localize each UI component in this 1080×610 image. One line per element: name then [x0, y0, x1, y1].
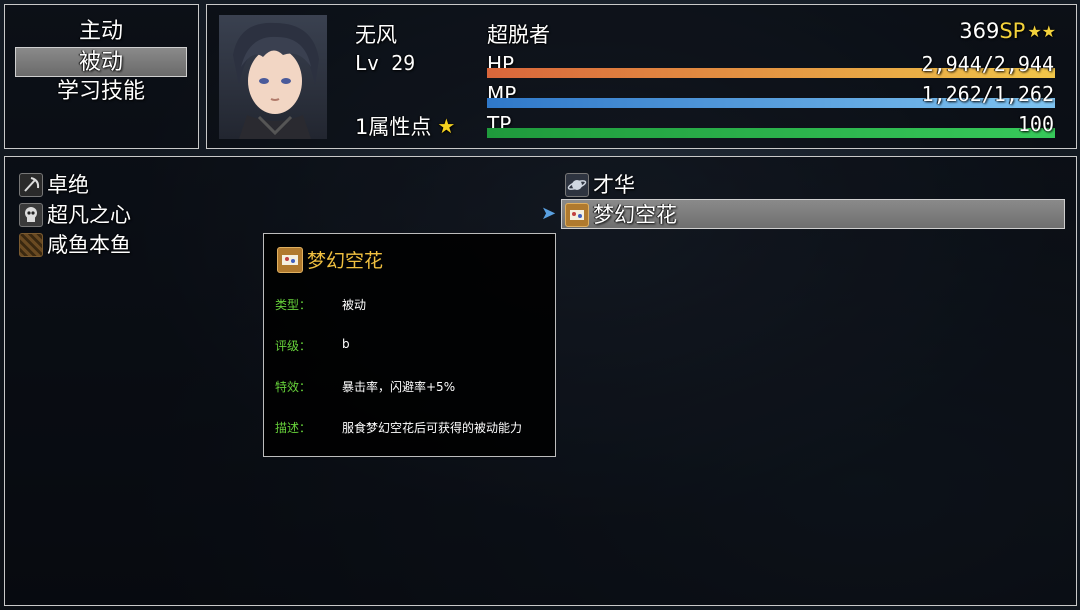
tooltip-rank-value: b: [342, 337, 350, 351]
tooltip-effect-key: 特效：: [275, 380, 312, 394]
command-window: 主动 被动 学习技能: [4, 4, 199, 149]
tooltip-desc-key: 描述：: [275, 421, 312, 435]
skill-item[interactable]: 超凡之心: [19, 201, 131, 229]
tooltip-effect-value: 暴击率，闪避率+5%: [342, 380, 456, 394]
tooltip-desc-value: 服食梦幻空花后可获得的被动能力: [342, 421, 523, 435]
actor-name: 无风: [355, 23, 397, 47]
tooltip-type-value: 被动: [342, 298, 367, 312]
crescent-sword-icon: [19, 173, 43, 197]
sp-label: SP: [999, 19, 1026, 43]
flower-scroll-icon: [565, 203, 589, 227]
sp-stars-icon: ★★: [1027, 21, 1056, 41]
skill-item[interactable]: 才华: [565, 171, 635, 199]
tooltip-title: 梦幻空花: [307, 250, 384, 272]
pattern-icon: [19, 233, 43, 257]
actor-portrait: [219, 15, 327, 139]
attribute-points: 1属性点 ★: [355, 111, 455, 141]
actor-class: 超脱者: [487, 23, 550, 47]
skill-label: 梦幻空花: [593, 203, 677, 227]
cursor-arrow-icon: ➤: [541, 203, 557, 224]
actor-status-window: 无风 Lv 29 1属性点 ★ 超脱者 369 SP ★★ HP 2,944/2…: [206, 4, 1077, 149]
skill-item[interactable]: 咸鱼本鱼: [19, 231, 131, 259]
tooltip-type-key: 类型：: [275, 298, 312, 312]
flower-scroll-icon: [277, 246, 303, 273]
tp-value: 100: [1017, 112, 1054, 136]
tp-gauge: [487, 128, 1055, 138]
actor-level: Lv 29: [355, 51, 416, 75]
attribute-points-label: 1属性点: [355, 115, 432, 139]
mp-value: 1,262/1,262: [921, 82, 1054, 106]
sp-display: 369 SP ★★: [959, 19, 1056, 43]
sp-value: 369: [959, 19, 1000, 43]
planet-icon: [565, 173, 589, 197]
command-active-skills[interactable]: 主动: [15, 17, 187, 47]
command-passive-skills[interactable]: 被动: [15, 47, 187, 77]
skill-label: 超凡之心: [47, 203, 131, 227]
skill-label: 咸鱼本鱼: [47, 233, 131, 257]
skill-label: 卓绝: [47, 173, 89, 197]
skill-item-selected[interactable]: 梦幻空花: [565, 201, 677, 229]
skill-tooltip: 梦幻空花 类型： 被动 评级： b 特效： 暴击率，闪避率+5% 描述： 服食梦…: [263, 233, 556, 457]
skill-label: 才华: [593, 173, 635, 197]
hp-value: 2,944/2,944: [921, 52, 1054, 76]
command-learn-skills[interactable]: 学习技能: [15, 77, 187, 107]
skull-icon: [19, 203, 43, 227]
star-icon: ★: [437, 114, 456, 138]
skill-item[interactable]: 卓绝: [19, 171, 89, 199]
tooltip-header: 梦幻空花: [277, 246, 383, 273]
tooltip-rank-key: 评级：: [275, 339, 312, 353]
